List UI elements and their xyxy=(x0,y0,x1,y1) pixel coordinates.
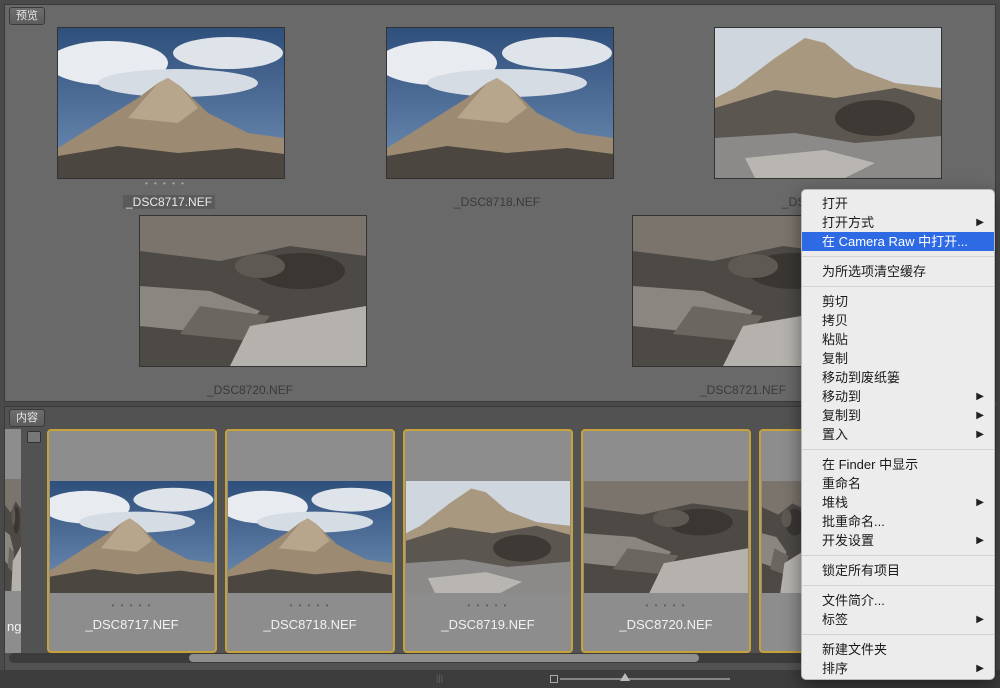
menu-item-file-info[interactable]: 文件简介... xyxy=(802,591,994,610)
thumbnail-small-icon[interactable] xyxy=(550,675,558,683)
menu-item-move-to-trash[interactable]: 移动到废纸篓 xyxy=(802,368,994,387)
submenu-arrow-icon: ▶ xyxy=(976,535,984,546)
content-tab[interactable]: 内容 xyxy=(9,409,45,427)
scrollbar-thumb[interactable] xyxy=(189,654,699,662)
menu-item-label: 重命名 xyxy=(822,476,862,491)
content-thumbnail[interactable]: • • • • • _DSC8718.NEF xyxy=(225,429,395,653)
submenu-arrow-icon: ▶ xyxy=(976,217,984,228)
menu-item-batch-rename[interactable]: 批重命名... xyxy=(802,512,994,531)
preview-caption: _DSC8721.NEF xyxy=(700,383,787,397)
menu-item-label-submenu[interactable]: 标签 ▶ xyxy=(802,610,994,629)
content-thumbnail[interactable]: • • • • • _DSC8719.NEF xyxy=(403,429,573,653)
menu-item-label: 移动到 xyxy=(822,389,862,404)
content-image xyxy=(584,481,748,593)
submenu-arrow-icon: ▶ xyxy=(976,614,984,625)
menu-item-label: 复制 xyxy=(822,351,849,366)
preview-image xyxy=(386,27,614,179)
menu-item-label: 开发设置 xyxy=(822,533,875,548)
menu-separator xyxy=(802,286,994,287)
menu-separator xyxy=(802,256,994,257)
rating-dots[interactable]: • • • • • xyxy=(227,601,393,610)
content-image xyxy=(50,481,214,593)
preview-thumbnail[interactable]: _DSC8718.NEF xyxy=(386,27,616,217)
menu-item-sort[interactable]: 排序 ▶ xyxy=(802,659,994,678)
menu-item-cut[interactable]: 剪切 xyxy=(802,292,994,311)
preview-caption: _DSC8718.NEF xyxy=(454,195,541,209)
menu-item-reveal-in-finder[interactable]: 在 Finder 中显示 xyxy=(802,455,994,474)
preview-caption: _DSC8720.NEF xyxy=(207,383,294,397)
preview-image xyxy=(139,215,367,367)
menu-item-new-folder[interactable]: 新建文件夹 xyxy=(802,640,994,659)
menu-item-label: 打开 xyxy=(822,196,849,211)
menu-item-copy[interactable]: 拷贝 xyxy=(802,311,994,330)
context-menu: 打开 打开方式 ▶ 在 Camera Raw 中打开... 为所选项清空缓存 剪切… xyxy=(801,189,995,680)
preview-image xyxy=(57,27,285,179)
rating-dots[interactable]: • • • • • xyxy=(405,601,571,610)
preview-thumbnail[interactable]: _DSC8720.NEF xyxy=(139,215,369,403)
menu-item-label: 排序 xyxy=(822,661,849,676)
content-image xyxy=(406,481,570,593)
preview-image xyxy=(714,27,942,179)
partial-caption: ng xyxy=(7,619,22,634)
rating-dots[interactable]: • • • • • xyxy=(49,601,215,610)
submenu-arrow-icon: ▶ xyxy=(976,391,984,402)
menu-item-label: 新建文件夹 xyxy=(822,642,888,657)
menu-item-move-to[interactable]: 移动到 ▶ xyxy=(802,387,994,406)
resize-grip-icon[interactable]: ||| xyxy=(436,673,443,683)
menu-item-lock-all[interactable]: 锁定所有项目 xyxy=(802,561,994,580)
preview-tab[interactable]: 预览 xyxy=(9,7,45,25)
menu-item-label: 为所选项清空缓存 xyxy=(822,264,927,279)
menu-item-label: 文件简介... xyxy=(822,593,885,608)
menu-item-develop-settings[interactable]: 开发设置 ▶ xyxy=(802,531,994,550)
preview-caption: _DSC8717.NEF xyxy=(123,195,216,209)
preview-thumbnail[interactable]: • • • • • _DSC8717.NEF xyxy=(57,27,287,217)
submenu-arrow-icon: ▶ xyxy=(976,429,984,440)
content-caption: _DSC8718.NEF xyxy=(263,617,357,632)
menu-item-label: 拷贝 xyxy=(822,313,849,328)
menu-separator xyxy=(802,634,994,635)
menu-item-copy-to[interactable]: 复制到 ▶ xyxy=(802,406,994,425)
rating-dots[interactable]: • • • • • xyxy=(145,179,186,188)
menu-item-label: 移动到废纸篓 xyxy=(822,370,901,385)
content-thumbnail[interactable]: • • • • • _DSC8717.NEF xyxy=(47,429,217,653)
menu-item-label: 在 Camera Raw 中打开... xyxy=(822,234,968,249)
menu-item-label: 批重命名... xyxy=(822,514,885,529)
submenu-arrow-icon: ▶ xyxy=(976,663,984,674)
menu-item-label: 标签 xyxy=(822,612,849,627)
menu-item-duplicate[interactable]: 复制 xyxy=(802,349,994,368)
menu-item-purge-cache[interactable]: 为所选项清空缓存 xyxy=(802,262,994,281)
menu-item-stack[interactable]: 堆栈 ▶ xyxy=(802,493,994,512)
menu-item-rename[interactable]: 重命名 xyxy=(802,474,994,493)
menu-separator xyxy=(802,555,994,556)
menu-item-label: 打开方式 xyxy=(822,215,875,230)
content-image xyxy=(228,481,392,593)
menu-item-label: 粘贴 xyxy=(822,332,849,347)
menu-item-label: 复制到 xyxy=(822,408,862,423)
menu-separator xyxy=(802,449,994,450)
menu-item-label: 置入 xyxy=(822,427,849,442)
menu-item-label: 剪切 xyxy=(822,294,849,309)
slider-knob-icon[interactable] xyxy=(620,673,630,681)
menu-item-label: 锁定所有项目 xyxy=(822,563,901,578)
menu-item-open[interactable]: 打开 xyxy=(802,194,994,213)
menu-item-paste[interactable]: 粘贴 xyxy=(802,330,994,349)
content-thumbnail[interactable]: • • • • • _DSC8720.NEF xyxy=(581,429,751,653)
menu-item-label: 堆栈 xyxy=(822,495,849,510)
rating-dots[interactable]: • • • • • xyxy=(583,601,749,610)
menu-item-open-with[interactable]: 打开方式 ▶ xyxy=(802,213,994,232)
menu-separator xyxy=(802,585,994,586)
submenu-arrow-icon: ▶ xyxy=(976,410,984,421)
view-options-icon[interactable] xyxy=(27,431,41,443)
submenu-arrow-icon: ▶ xyxy=(976,497,984,508)
menu-item-open-in-camera-raw[interactable]: 在 Camera Raw 中打开... xyxy=(802,232,994,251)
content-caption: _DSC8719.NEF xyxy=(441,617,535,632)
menu-item-place[interactable]: 置入 ▶ xyxy=(802,425,994,444)
content-caption: _DSC8720.NEF xyxy=(619,617,713,632)
thumbnail-size-slider[interactable] xyxy=(560,678,730,680)
menu-item-label: 在 Finder 中显示 xyxy=(822,457,919,472)
content-caption: _DSC8717.NEF xyxy=(85,617,179,632)
